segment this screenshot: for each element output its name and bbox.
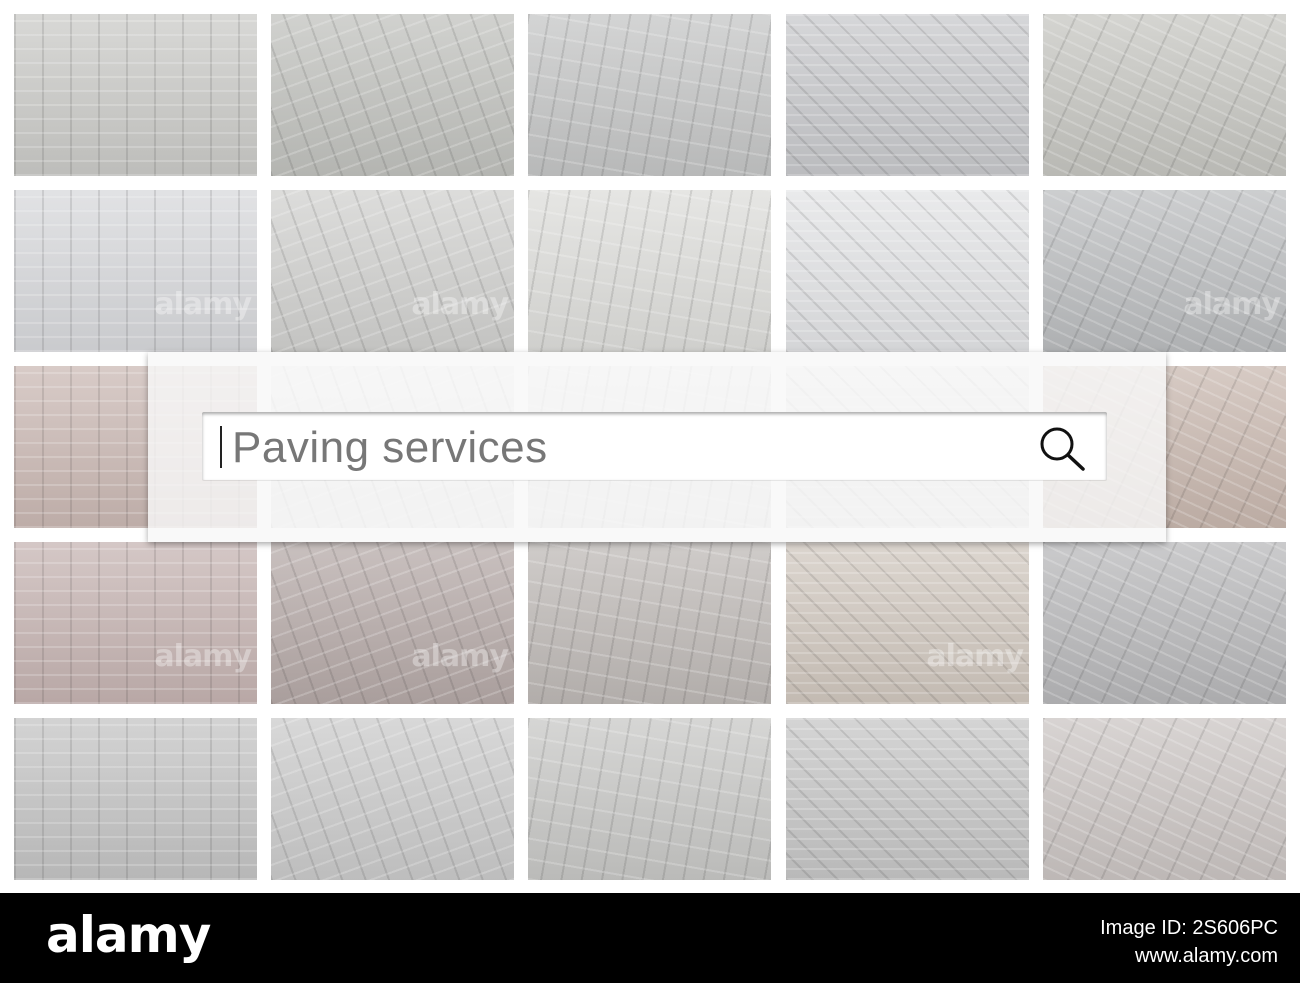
magnifier-search-icon[interactable] [1035,422,1091,474]
search-input[interactable]: Paving services [202,412,1107,480]
paving-photo-tile [14,14,257,176]
paving-photo-tile [528,718,771,880]
paving-photo-tile: alamy [14,190,257,352]
paving-photo-tile [528,542,771,704]
paving-photo-tile: alamy [1043,190,1286,352]
stock-photo-footer: alamy Image ID: 2S606PC www.alamy.com [0,893,1300,983]
paving-photo-tile [528,14,771,176]
watermark-text: alamy [411,639,509,674]
watermark-text: alamy [154,639,252,674]
paving-photo-tile: alamy [271,542,514,704]
alamy-logo: alamy [46,906,211,964]
watermark-text: alamy [411,287,509,322]
image-id-label: Image ID: 2S606PC [1100,917,1278,939]
paving-photo-tile [786,718,1029,880]
paving-photo-tile: alamy [786,542,1029,704]
paving-photo-tile [786,190,1029,352]
paving-photo-tile [14,718,257,880]
paving-photo-tile [786,14,1029,176]
search-query-text: Paving services [232,423,548,472]
watermark-text: alamy [1183,287,1281,322]
text-cursor [220,426,222,468]
paving-photo-tile: alamy [14,542,257,704]
paving-photo-tile [528,190,771,352]
paving-photo-tile [1043,14,1286,176]
paving-photo-tile [271,14,514,176]
paving-photo-tile: alamy [271,190,514,352]
watermark-text: alamy [926,639,1024,674]
search-panel: Paving services [148,352,1166,542]
paving-photo-tile [1043,718,1286,880]
site-url: www.alamy.com [1135,945,1278,967]
watermark-text: alamy [154,287,252,322]
paving-photo-tile [271,718,514,880]
paving-photo-tile [1043,542,1286,704]
